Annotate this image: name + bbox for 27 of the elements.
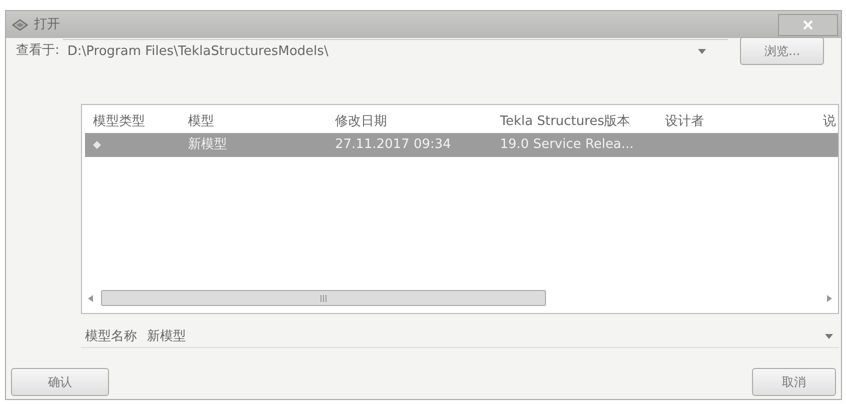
- ok-button[interactable]: 确认: [11, 368, 109, 396]
- look-in-label: 查看于:: [16, 42, 60, 60]
- scroll-right-icon[interactable]: [827, 294, 832, 302]
- model-name-label: 模型名称: [84, 328, 137, 346]
- scroll-left-icon[interactable]: [88, 294, 93, 302]
- table-cell-text: 19.0 Service Relea...: [499, 136, 635, 154]
- close-icon: [803, 20, 813, 30]
- column-header[interactable]: 模型: [180, 112, 327, 132]
- grip-icon: [320, 294, 328, 302]
- close-button[interactable]: [778, 14, 838, 36]
- dropdown-arrow-icon: [698, 49, 706, 54]
- app-icon: [12, 18, 28, 30]
- dropdown-arrow-icon: [825, 334, 833, 339]
- cancel-button[interactable]: 取消: [752, 368, 836, 396]
- column-header[interactable]: Tekla Structures版本: [492, 112, 657, 132]
- table-cell-text: 新模型: [187, 136, 228, 154]
- window-title: 打开: [34, 16, 60, 34]
- model-name-dropdown[interactable]: 新模型: [147, 326, 839, 348]
- table-cell-text: 27.11.2017 09:34: [334, 136, 452, 154]
- model-icon: [93, 140, 101, 149]
- column-header[interactable]: 模型类型: [85, 112, 180, 132]
- browse-button[interactable]: 浏览...: [740, 37, 824, 65]
- scrollbar-thumb[interactable]: [101, 290, 546, 306]
- column-header[interactable]: 修改日期: [327, 112, 492, 132]
- column-header[interactable]: 说: [815, 112, 845, 132]
- path-dropdown[interactable]: D:\Program Files\TeklaStructuresModels\: [63, 39, 728, 63]
- column-header[interactable]: 设计者: [657, 112, 815, 132]
